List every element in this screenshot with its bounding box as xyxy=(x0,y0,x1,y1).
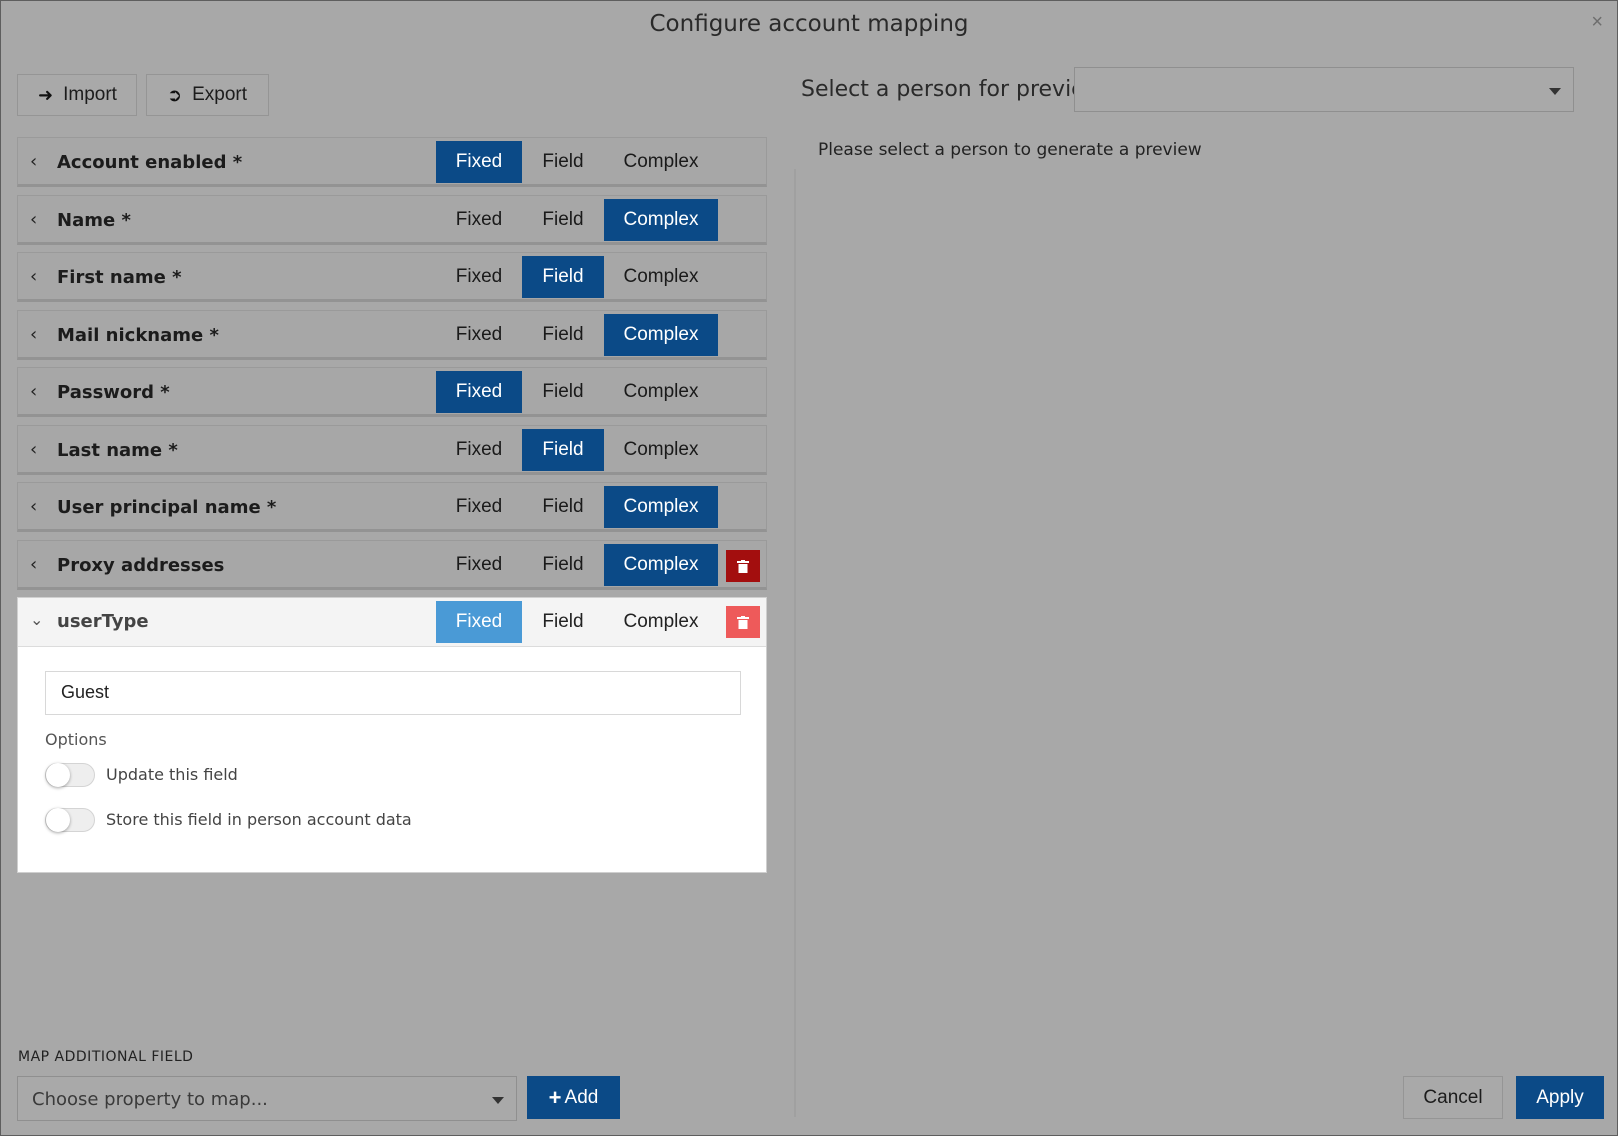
export-button[interactable]: ➲ Export xyxy=(146,74,269,116)
apply-button[interactable]: Apply xyxy=(1516,1076,1604,1119)
field-mode-button[interactable]: Field xyxy=(522,256,604,298)
mapping-label: Password * xyxy=(57,382,170,403)
trash-icon xyxy=(737,559,749,573)
chevron-left-icon[interactable]: ‹ xyxy=(30,209,37,230)
mapping-row[interactable]: ‹ User principal name * Fixed Field Complex xyxy=(17,482,767,532)
mapping-label: userType xyxy=(57,611,149,632)
mapping-row[interactable]: ‹ Proxy addresses Fixed Field Complex xyxy=(17,540,767,590)
mapping-label: First name * xyxy=(57,267,182,288)
mapping-row-header[interactable]: ⌄ userType Fixed Field Complex xyxy=(18,598,766,647)
fixed-mode-button[interactable]: Fixed xyxy=(436,429,522,471)
complex-mode-button[interactable]: Complex xyxy=(604,141,718,183)
field-mode-button[interactable]: Field xyxy=(522,199,604,241)
mapping-label: Mail nickname * xyxy=(57,325,219,346)
configure-account-mapping-dialog: Configure account mapping × ➜ Import ➲ E… xyxy=(0,0,1618,1136)
dialog-title: Configure account mapping xyxy=(649,11,969,37)
mapping-row-usertype: ⌄ userType Fixed Field Complex Guest Opt… xyxy=(17,597,767,873)
fixed-mode-button[interactable]: Fixed xyxy=(436,199,522,241)
close-icon[interactable]: × xyxy=(1591,11,1603,34)
cancel-button[interactable]: Cancel xyxy=(1403,1076,1503,1119)
plus-icon: + xyxy=(548,1084,562,1110)
update-field-toggle[interactable] xyxy=(45,763,95,787)
field-mode-button[interactable]: Field xyxy=(522,429,604,471)
fixed-mode-button[interactable]: Fixed xyxy=(436,141,522,183)
store-field-label: Store this field in person account data xyxy=(106,810,412,829)
mapping-row[interactable]: ‹ Password * Fixed Field Complex xyxy=(17,367,767,417)
store-field-toggle[interactable] xyxy=(45,808,95,832)
export-button-label: Export xyxy=(192,84,248,105)
panel-divider xyxy=(794,169,796,1117)
fixed-mode-button[interactable]: Fixed xyxy=(436,601,522,643)
property-select-placeholder: Choose property to map... xyxy=(32,1089,268,1110)
add-field-button[interactable]: + Add xyxy=(527,1076,620,1119)
fixed-value-input[interactable]: Guest xyxy=(45,671,741,715)
complex-mode-button[interactable]: Complex xyxy=(604,199,718,241)
field-mode-button[interactable]: Field xyxy=(522,314,604,356)
complex-mode-button[interactable]: Complex xyxy=(604,314,718,356)
sign-out-icon: ➲ xyxy=(167,84,183,105)
fixed-mode-button[interactable]: Fixed xyxy=(436,256,522,298)
field-mode-button[interactable]: Field xyxy=(522,371,604,413)
mapping-row[interactable]: ‹ Last name * Fixed Field Complex xyxy=(17,425,767,475)
fixed-mode-button[interactable]: Fixed xyxy=(436,544,522,586)
mapping-label: Name * xyxy=(57,210,131,231)
chevron-left-icon[interactable]: ‹ xyxy=(30,439,37,460)
complex-mode-button[interactable]: Complex xyxy=(604,601,718,643)
toggle-knob xyxy=(46,763,70,787)
mapping-row[interactable]: ‹ First name * Fixed Field Complex xyxy=(17,252,767,302)
chevron-left-icon[interactable]: ‹ xyxy=(30,324,37,345)
mapping-label: Last name * xyxy=(57,440,178,461)
mapping-row[interactable]: ‹ Name * Fixed Field Complex xyxy=(17,195,767,245)
preview-person-label: Select a person for preview xyxy=(801,77,1103,102)
mapping-row[interactable]: ‹ Mail nickname * Fixed Field Complex xyxy=(17,310,767,360)
mapping-row[interactable]: ‹ Account enabled * Fixed Field Complex xyxy=(17,137,767,187)
update-field-label: Update this field xyxy=(106,765,238,784)
field-mode-button[interactable]: Field xyxy=(522,544,604,586)
chevron-down-icon[interactable]: ⌄ xyxy=(30,610,43,629)
complex-mode-button[interactable]: Complex xyxy=(604,371,718,413)
add-field-label: Add xyxy=(564,1086,599,1108)
mapping-label: User principal name * xyxy=(57,497,277,518)
map-additional-field-label: MAP ADDITIONAL FIELD xyxy=(18,1049,194,1065)
import-button[interactable]: ➜ Import xyxy=(17,74,137,116)
chevron-left-icon[interactable]: ‹ xyxy=(30,151,37,172)
complex-mode-button[interactable]: Complex xyxy=(604,486,718,528)
fixed-mode-button[interactable]: Fixed xyxy=(436,314,522,356)
mapping-label: Account enabled * xyxy=(57,152,243,173)
complex-mode-button[interactable]: Complex xyxy=(604,256,718,298)
field-mode-button[interactable]: Field xyxy=(522,486,604,528)
mapping-label: Proxy addresses xyxy=(57,555,225,576)
preview-message: Please select a person to generate a pre… xyxy=(818,140,1202,160)
complex-mode-button[interactable]: Complex xyxy=(604,544,718,586)
chevron-left-icon[interactable]: ‹ xyxy=(30,266,37,287)
caret-down-icon xyxy=(1549,88,1561,95)
fixed-mode-button[interactable]: Fixed xyxy=(436,486,522,528)
property-select[interactable]: Choose property to map... xyxy=(17,1076,517,1121)
field-mode-button[interactable]: Field xyxy=(522,601,604,643)
import-button-label: Import xyxy=(63,84,117,105)
toggle-knob xyxy=(46,808,70,832)
trash-icon xyxy=(737,615,749,629)
field-mode-button[interactable]: Field xyxy=(522,141,604,183)
caret-down-icon xyxy=(492,1097,504,1104)
preview-person-select[interactable] xyxy=(1074,67,1574,112)
chevron-left-icon[interactable]: ‹ xyxy=(30,381,37,402)
delete-mapping-button[interactable] xyxy=(726,550,760,582)
fixed-mode-button[interactable]: Fixed xyxy=(436,371,522,413)
delete-mapping-button[interactable] xyxy=(726,606,760,638)
sign-in-icon: ➜ xyxy=(38,84,54,105)
complex-mode-button[interactable]: Complex xyxy=(604,429,718,471)
chevron-left-icon[interactable]: ‹ xyxy=(30,496,37,517)
options-label: Options xyxy=(45,730,107,749)
chevron-left-icon[interactable]: ‹ xyxy=(30,554,37,575)
